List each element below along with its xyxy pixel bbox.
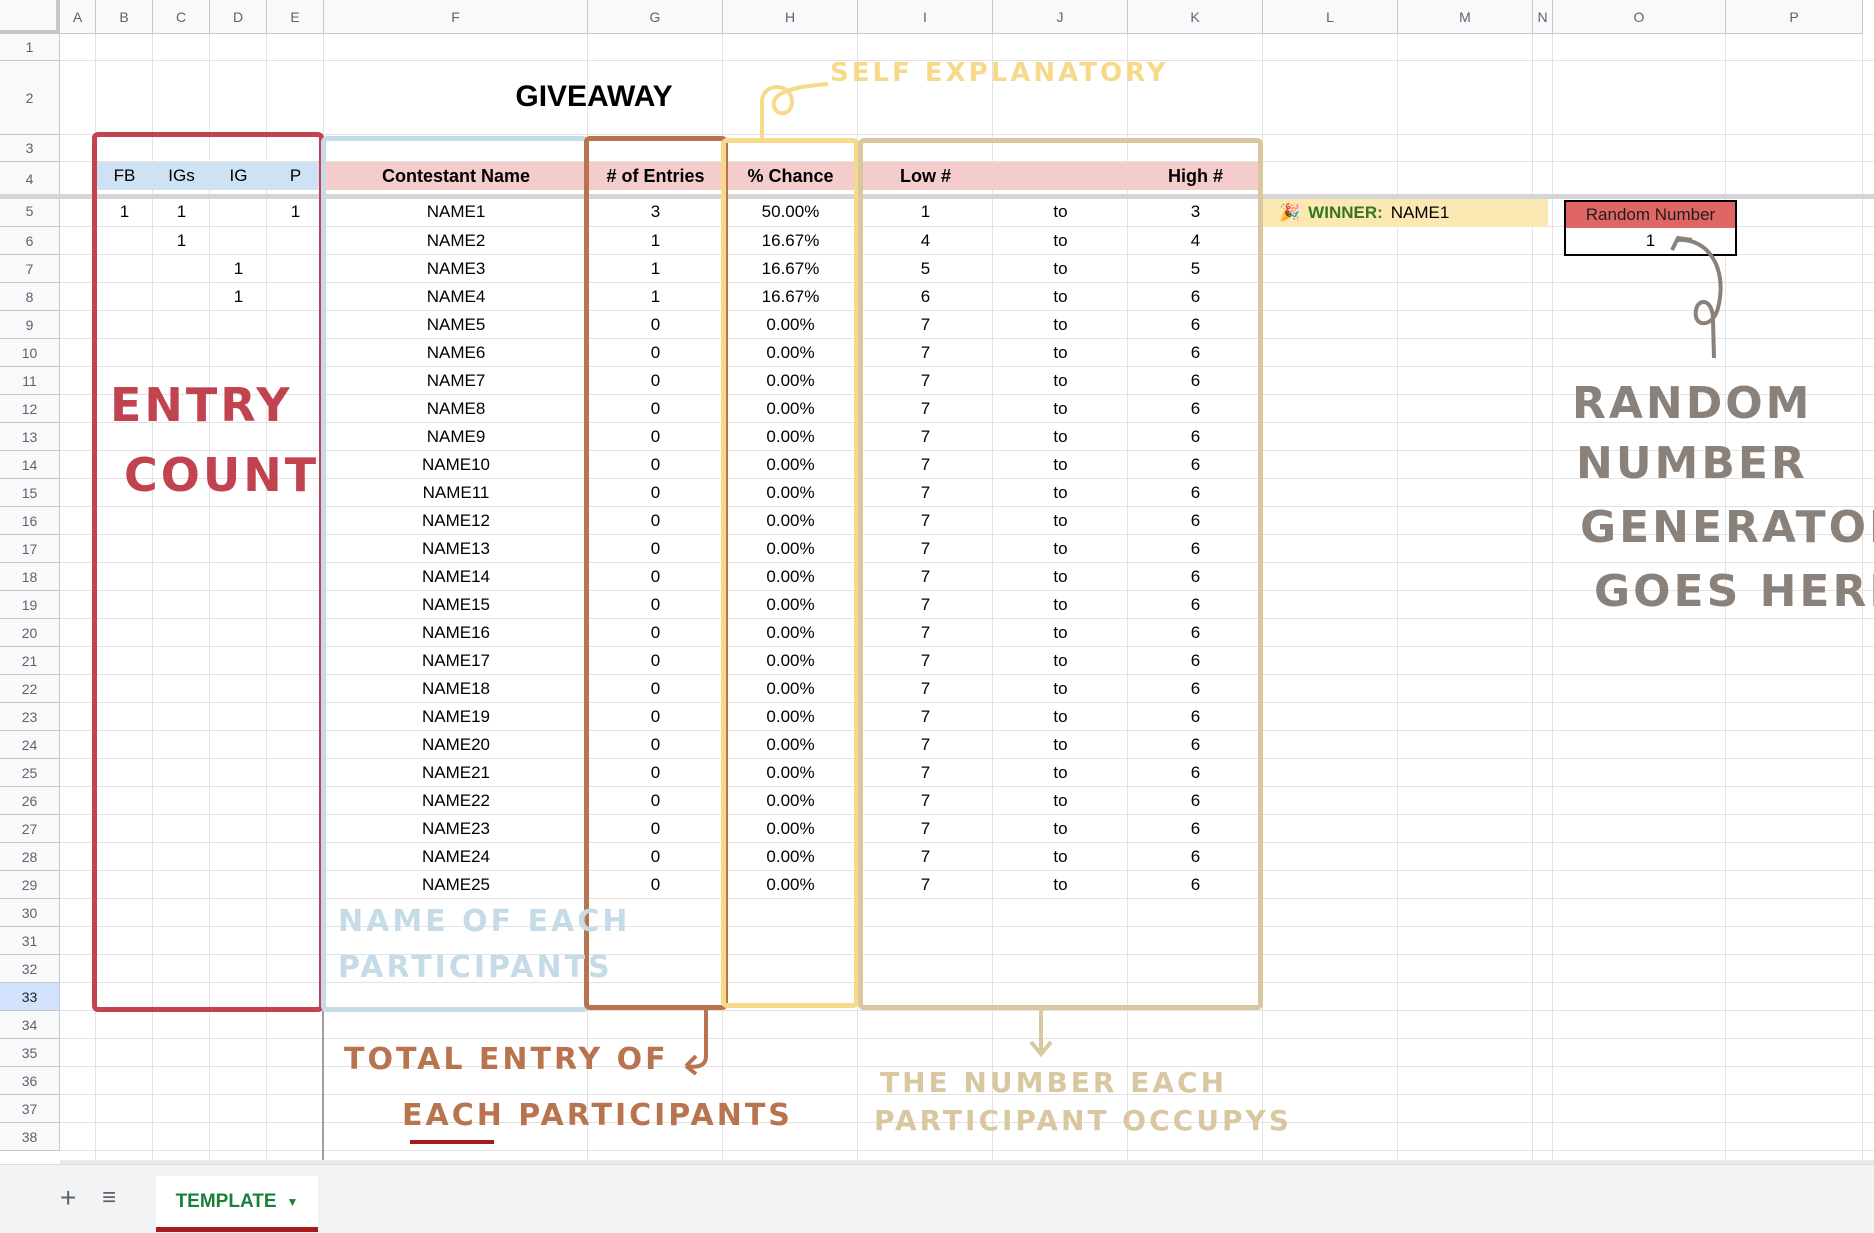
- entry-count-box: [92, 132, 324, 1012]
- note-generator: GENERATOR: [1580, 502, 1874, 553]
- row-header-6[interactable]: 6: [0, 227, 60, 255]
- column-header-p[interactable]: P: [1726, 0, 1863, 34]
- row-header-12[interactable]: 12: [0, 395, 60, 423]
- row-header-38[interactable]: 38: [0, 1123, 60, 1151]
- underline-mark: [410, 1140, 494, 1144]
- column-header-e[interactable]: E: [267, 0, 324, 34]
- row-header-23[interactable]: 23: [0, 703, 60, 731]
- caret-down-icon[interactable]: ▼: [287, 1195, 299, 1209]
- row-header-35[interactable]: 35: [0, 1039, 60, 1067]
- note-self-explanatory: SELF EXPLANATORY: [830, 58, 1169, 88]
- row-header-27[interactable]: 27: [0, 815, 60, 843]
- column-header-i[interactable]: I: [858, 0, 993, 34]
- row-header-18[interactable]: 18: [0, 563, 60, 591]
- row-header-30[interactable]: 30: [0, 899, 60, 927]
- low-high-box: [858, 138, 1263, 1010]
- column-header-c[interactable]: C: [153, 0, 210, 34]
- row-header-16[interactable]: 16: [0, 507, 60, 535]
- row-header-26[interactable]: 26: [0, 787, 60, 815]
- gridline-h: [60, 1150, 1874, 1151]
- row-header-22[interactable]: 22: [0, 675, 60, 703]
- row-header-21[interactable]: 21: [0, 647, 60, 675]
- row-header-33[interactable]: 33: [0, 983, 60, 1011]
- sheet-tab-template[interactable]: TEMPLATE ▼: [156, 1176, 318, 1232]
- party-popper-icon: 🎉: [1279, 203, 1301, 222]
- row-header-36[interactable]: 36: [0, 1067, 60, 1095]
- gridline-v: [1552, 34, 1553, 1160]
- note-goes-here: GOES HERE: [1594, 566, 1874, 617]
- row-header-28[interactable]: 28: [0, 843, 60, 871]
- row-header-5[interactable]: 5: [0, 196, 60, 227]
- random-number-header[interactable]: Random Number: [1564, 200, 1737, 228]
- down-arrow-icon: [1029, 1010, 1053, 1058]
- column-header-m[interactable]: M: [1398, 0, 1533, 34]
- gridline-h: [60, 1038, 1874, 1039]
- column-header-l[interactable]: L: [1263, 0, 1398, 34]
- sheet-list-icon[interactable]: ≡: [102, 1184, 116, 1212]
- row-header-17[interactable]: 17: [0, 535, 60, 563]
- row-header-2[interactable]: 2: [0, 61, 60, 135]
- hook-arrow-icon: [684, 1010, 708, 1076]
- contestant-name-box: [321, 136, 589, 1012]
- note-random: RANDOM: [1572, 378, 1813, 429]
- row-header-34[interactable]: 34: [0, 1011, 60, 1039]
- row-header-8[interactable]: 8: [0, 283, 60, 311]
- row-header-24[interactable]: 24: [0, 731, 60, 759]
- frozen-column-divider: [322, 1011, 324, 1160]
- row-header-10[interactable]: 10: [0, 339, 60, 367]
- column-header-n[interactable]: N: [1533, 0, 1553, 34]
- loop-arrow-icon: [1670, 235, 1723, 359]
- note-number-each: THE NUMBER EACH: [880, 1066, 1227, 1099]
- row-header-25[interactable]: 25: [0, 759, 60, 787]
- note-count: COUNT: [124, 448, 320, 502]
- row-header-37[interactable]: 37: [0, 1095, 60, 1123]
- spreadsheet-grid[interactable]: ABCDEFGHIJKLMNOP 1 2 3 4 5 6 7 8 9 10 11 12 13 14 15 16…: [0, 0, 1874, 1160]
- row-header-31[interactable]: 31: [0, 927, 60, 955]
- row-header-29[interactable]: 29: [0, 871, 60, 899]
- curl-arrow-icon: [760, 82, 829, 140]
- column-header-a[interactable]: A: [60, 0, 96, 34]
- chance-box: [721, 138, 859, 1008]
- winner-cell[interactable]: 🎉 WINNER: NAME1: [1263, 199, 1548, 227]
- row-header-9[interactable]: 9: [0, 311, 60, 339]
- column-header-o[interactable]: O: [1553, 0, 1726, 34]
- row-header-1[interactable]: 1: [0, 34, 60, 61]
- note-total-entry: TOTAL ENTRY OF: [344, 1042, 669, 1077]
- row-header-14[interactable]: 14: [0, 451, 60, 479]
- row-header-32[interactable]: 32: [0, 955, 60, 983]
- column-header-j[interactable]: J: [993, 0, 1128, 34]
- column-header-f[interactable]: F: [324, 0, 588, 34]
- sheet-tab-label: TEMPLATE: [175, 1190, 277, 1212]
- note-entry: ENTRY: [110, 378, 293, 432]
- winner-label: WINNER:: [1308, 203, 1383, 222]
- column-header-d[interactable]: D: [210, 0, 267, 34]
- plus-icon[interactable]: +: [60, 1182, 76, 1214]
- row-header-11[interactable]: 11: [0, 367, 60, 395]
- entries-box: [584, 136, 728, 1010]
- select-all-corner[interactable]: [0, 0, 60, 34]
- row-header-13[interactable]: 13: [0, 423, 60, 451]
- row-header-3[interactable]: 3: [0, 135, 60, 162]
- column-header-h[interactable]: H: [723, 0, 858, 34]
- note-number: NUMBER: [1576, 438, 1808, 489]
- column-header-g[interactable]: G: [588, 0, 723, 34]
- column-header-k[interactable]: K: [1128, 0, 1263, 34]
- note-name-each: NAME OF EACH: [338, 904, 631, 939]
- note-each-participants: EACH PARTICIPANTS: [402, 1098, 793, 1133]
- note-participant-occupys: PARTICIPANT OCCUPYS: [874, 1104, 1292, 1137]
- row-header-15[interactable]: 15: [0, 479, 60, 507]
- column-header-b[interactable]: B: [96, 0, 153, 34]
- winner-name: NAME1: [1390, 203, 1450, 222]
- gridline-h: [60, 134, 1874, 135]
- row-header-4[interactable]: 4: [0, 162, 60, 196]
- note-participants: PARTICIPANTS: [338, 950, 613, 985]
- row-header-7[interactable]: 7: [0, 255, 60, 283]
- row-header-20[interactable]: 20: [0, 619, 60, 647]
- row-header-19[interactable]: 19: [0, 591, 60, 619]
